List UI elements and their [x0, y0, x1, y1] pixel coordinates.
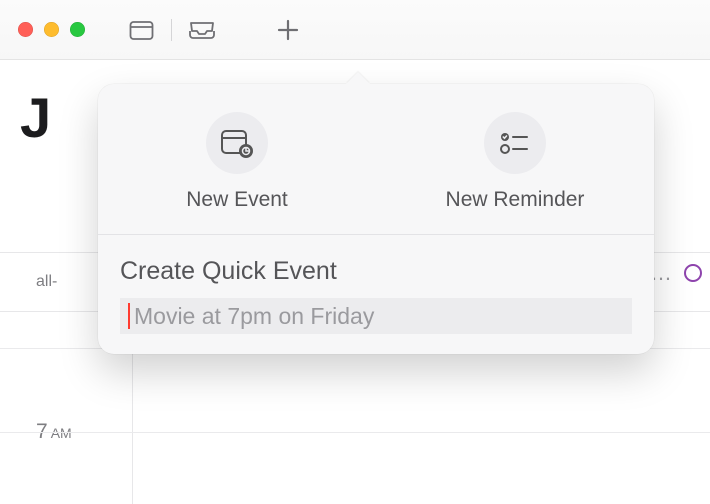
all-day-overflow: … — [650, 260, 702, 286]
show-calendars-button[interactable] — [125, 14, 157, 46]
popover-quick-section: Create Quick Event Movie at 7pm on Frida… — [98, 235, 654, 354]
new-event-label: New Event — [186, 188, 288, 212]
quick-event-heading: Create Quick Event — [120, 257, 632, 286]
new-reminder-icon-circle — [484, 112, 546, 174]
add-button[interactable] — [272, 14, 304, 46]
calendar-icon — [129, 19, 154, 41]
reminders-list-icon — [499, 129, 531, 157]
inbox-icon — [189, 20, 215, 40]
new-event-option[interactable]: New Event — [98, 112, 376, 212]
zoom-window-button[interactable] — [70, 22, 85, 37]
quick-event-input[interactable]: Movie at 7pm on Friday — [120, 298, 632, 334]
toolbar — [0, 0, 710, 60]
new-reminder-option[interactable]: New Reminder — [376, 112, 654, 212]
month-title: J — [20, 85, 51, 150]
toolbar-divider — [171, 19, 172, 41]
window-controls — [18, 22, 85, 37]
calendar-window: J all- … 7AM — [0, 0, 710, 504]
close-window-button[interactable] — [18, 22, 33, 37]
popover-options: New Event New Reminder — [98, 84, 654, 235]
new-event-icon-circle — [206, 112, 268, 174]
plus-icon — [277, 19, 299, 41]
add-popover: New Event New Reminder Create Quick Even… — [98, 84, 654, 354]
calendar-add-icon — [220, 127, 254, 159]
toolbar-left-group — [125, 14, 304, 46]
minimize-window-button[interactable] — [44, 22, 59, 37]
all-day-label: all- — [36, 273, 57, 291]
inbox-button[interactable] — [186, 14, 218, 46]
event-ring-icon[interactable] — [684, 264, 702, 282]
new-reminder-label: New Reminder — [446, 188, 585, 212]
hour-suffix: AM — [51, 425, 72, 441]
quick-event-placeholder: Movie at 7pm on Friday — [134, 303, 374, 330]
hour-line — [0, 432, 710, 433]
text-caret — [128, 303, 130, 329]
